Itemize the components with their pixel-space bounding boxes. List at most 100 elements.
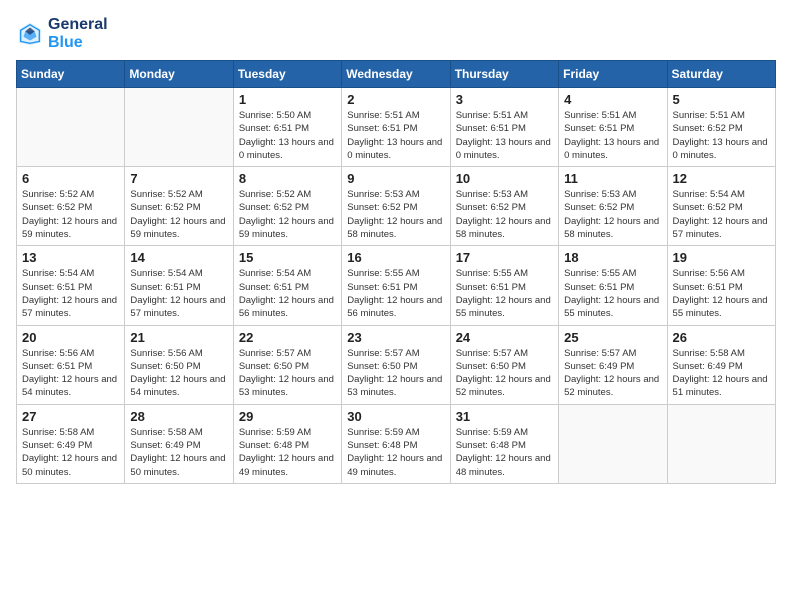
day-info: Sunrise: 5:59 AM Sunset: 6:48 PM Dayligh… <box>456 426 553 479</box>
day-number: 1 <box>239 92 336 107</box>
calendar-cell: 15 Sunrise: 5:54 AM Sunset: 6:51 PM Dayli… <box>233 246 341 325</box>
day-number: 23 <box>347 330 444 345</box>
calendar-cell: 21 Sunrise: 5:56 AM Sunset: 6:50 PM Dayli… <box>125 325 233 404</box>
day-number: 15 <box>239 250 336 265</box>
calendar-cell: 22 Sunrise: 5:57 AM Sunset: 6:50 PM Dayli… <box>233 325 341 404</box>
day-number: 26 <box>673 330 770 345</box>
calendar-cell: 16 Sunrise: 5:55 AM Sunset: 6:51 PM Dayli… <box>342 246 450 325</box>
day-number: 13 <box>22 250 119 265</box>
day-info: Sunrise: 5:56 AM Sunset: 6:50 PM Dayligh… <box>130 347 227 400</box>
day-number: 28 <box>130 409 227 424</box>
day-info: Sunrise: 5:57 AM Sunset: 6:50 PM Dayligh… <box>347 347 444 400</box>
calendar-cell: 4 Sunrise: 5:51 AM Sunset: 6:51 PM Daylig… <box>559 88 667 167</box>
column-header-friday: Friday <box>559 61 667 88</box>
day-info: Sunrise: 5:58 AM Sunset: 6:49 PM Dayligh… <box>22 426 119 479</box>
calendar-cell: 2Sunrise: 5:51 AM Sunset: 6:51 PM Daylig… <box>342 88 450 167</box>
column-header-sunday: Sunday <box>17 61 125 88</box>
day-number: 10 <box>456 171 553 186</box>
column-header-monday: Monday <box>125 61 233 88</box>
calendar-cell: 6 Sunrise: 5:52 AM Sunset: 6:52 PM Daylig… <box>17 167 125 246</box>
day-number: 7 <box>130 171 227 186</box>
day-info: Sunrise: 5:56 AM Sunset: 6:51 PM Dayligh… <box>22 347 119 400</box>
day-number: 22 <box>239 330 336 345</box>
logo-general: General <box>48 16 108 34</box>
day-info: Sunrise: 5:51 AM Sunset: 6:51 PM Dayligh… <box>456 109 553 162</box>
day-info: Sunrise: 5:53 AM Sunset: 6:52 PM Dayligh… <box>564 188 661 241</box>
day-number: 16 <box>347 250 444 265</box>
calendar-cell: 3Sunrise: 5:51 AM Sunset: 6:51 PM Daylig… <box>450 88 558 167</box>
calendar-week-row: 1 Sunrise: 5:50 AM Sunset: 6:51 PM Daylig… <box>17 88 776 167</box>
day-info: Sunrise: 5:57 AM Sunset: 6:50 PM Dayligh… <box>239 347 336 400</box>
logo: General Blue <box>16 16 108 52</box>
day-number: 30 <box>347 409 444 424</box>
day-number: 11 <box>564 171 661 186</box>
day-number: 9 <box>347 171 444 186</box>
day-info: Sunrise: 5:54 AM Sunset: 6:51 PM Dayligh… <box>22 267 119 320</box>
day-number: 2 <box>347 92 444 107</box>
calendar-cell: 17 Sunrise: 5:55 AM Sunset: 6:51 PM Dayli… <box>450 246 558 325</box>
calendar-week-row: 13 Sunrise: 5:54 AM Sunset: 6:51 PM Dayli… <box>17 246 776 325</box>
calendar-table: SundayMondayTuesdayWednesdayThursdayFrid… <box>16 60 776 484</box>
calendar-cell: 30 Sunrise: 5:59 AM Sunset: 6:48 PM Dayli… <box>342 404 450 483</box>
calendar-week-row: 6 Sunrise: 5:52 AM Sunset: 6:52 PM Daylig… <box>17 167 776 246</box>
day-info: Sunrise: 5:52 AM Sunset: 6:52 PM Dayligh… <box>239 188 336 241</box>
calendar-cell: 29 Sunrise: 5:59 AM Sunset: 6:48 PM Dayli… <box>233 404 341 483</box>
day-info: Sunrise: 5:51 AM Sunset: 6:52 PM Dayligh… <box>673 109 770 162</box>
day-number: 14 <box>130 250 227 265</box>
calendar-cell <box>667 404 775 483</box>
day-number: 5 <box>673 92 770 107</box>
calendar-cell: 5 Sunrise: 5:51 AM Sunset: 6:52 PM Daylig… <box>667 88 775 167</box>
calendar-cell: 27 Sunrise: 5:58 AM Sunset: 6:49 PM Dayli… <box>17 404 125 483</box>
calendar-cell: 23 Sunrise: 5:57 AM Sunset: 6:50 PM Dayli… <box>342 325 450 404</box>
calendar-cell: 31Sunrise: 5:59 AM Sunset: 6:48 PM Dayli… <box>450 404 558 483</box>
day-info: Sunrise: 5:52 AM Sunset: 6:52 PM Dayligh… <box>130 188 227 241</box>
calendar-cell <box>125 88 233 167</box>
logo-icon <box>16 20 44 48</box>
calendar-cell: 20Sunrise: 5:56 AM Sunset: 6:51 PM Dayli… <box>17 325 125 404</box>
day-info: Sunrise: 5:55 AM Sunset: 6:51 PM Dayligh… <box>456 267 553 320</box>
day-info: Sunrise: 5:51 AM Sunset: 6:51 PM Dayligh… <box>564 109 661 162</box>
day-info: Sunrise: 5:54 AM Sunset: 6:51 PM Dayligh… <box>239 267 336 320</box>
calendar-cell: 19Sunrise: 5:56 AM Sunset: 6:51 PM Dayli… <box>667 246 775 325</box>
day-info: Sunrise: 5:54 AM Sunset: 6:52 PM Dayligh… <box>673 188 770 241</box>
calendar-cell: 11 Sunrise: 5:53 AM Sunset: 6:52 PM Dayli… <box>559 167 667 246</box>
calendar-cell: 14Sunrise: 5:54 AM Sunset: 6:51 PM Dayli… <box>125 246 233 325</box>
calendar-cell: 9 Sunrise: 5:53 AM Sunset: 6:52 PM Daylig… <box>342 167 450 246</box>
calendar-week-row: 27 Sunrise: 5:58 AM Sunset: 6:49 PM Dayli… <box>17 404 776 483</box>
column-header-tuesday: Tuesday <box>233 61 341 88</box>
column-header-saturday: Saturday <box>667 61 775 88</box>
day-info: Sunrise: 5:53 AM Sunset: 6:52 PM Dayligh… <box>456 188 553 241</box>
day-info: Sunrise: 5:55 AM Sunset: 6:51 PM Dayligh… <box>347 267 444 320</box>
calendar-cell: 10 Sunrise: 5:53 AM Sunset: 6:52 PM Dayli… <box>450 167 558 246</box>
calendar-cell: 24Sunrise: 5:57 AM Sunset: 6:50 PM Dayli… <box>450 325 558 404</box>
day-number: 27 <box>22 409 119 424</box>
day-number: 4 <box>564 92 661 107</box>
day-info: Sunrise: 5:52 AM Sunset: 6:52 PM Dayligh… <box>22 188 119 241</box>
calendar-cell: 28 Sunrise: 5:58 AM Sunset: 6:49 PM Dayli… <box>125 404 233 483</box>
day-info: Sunrise: 5:53 AM Sunset: 6:52 PM Dayligh… <box>347 188 444 241</box>
day-number: 18 <box>564 250 661 265</box>
logo-blue: Blue <box>48 34 108 52</box>
calendar-header-row: SundayMondayTuesdayWednesdayThursdayFrid… <box>17 61 776 88</box>
page-header: General Blue <box>16 16 776 52</box>
day-number: 17 <box>456 250 553 265</box>
day-info: Sunrise: 5:58 AM Sunset: 6:49 PM Dayligh… <box>130 426 227 479</box>
day-number: 29 <box>239 409 336 424</box>
calendar-cell: 18 Sunrise: 5:55 AM Sunset: 6:51 PM Dayli… <box>559 246 667 325</box>
calendar-week-row: 20Sunrise: 5:56 AM Sunset: 6:51 PM Dayli… <box>17 325 776 404</box>
column-header-thursday: Thursday <box>450 61 558 88</box>
day-number: 21 <box>130 330 227 345</box>
calendar-cell: 1 Sunrise: 5:50 AM Sunset: 6:51 PM Daylig… <box>233 88 341 167</box>
day-number: 6 <box>22 171 119 186</box>
day-info: Sunrise: 5:55 AM Sunset: 6:51 PM Dayligh… <box>564 267 661 320</box>
calendar-cell: 26Sunrise: 5:58 AM Sunset: 6:49 PM Dayli… <box>667 325 775 404</box>
calendar-cell: 13 Sunrise: 5:54 AM Sunset: 6:51 PM Dayli… <box>17 246 125 325</box>
column-header-wednesday: Wednesday <box>342 61 450 88</box>
day-info: Sunrise: 5:50 AM Sunset: 6:51 PM Dayligh… <box>239 109 336 162</box>
calendar-cell <box>559 404 667 483</box>
day-info: Sunrise: 5:59 AM Sunset: 6:48 PM Dayligh… <box>347 426 444 479</box>
day-info: Sunrise: 5:59 AM Sunset: 6:48 PM Dayligh… <box>239 426 336 479</box>
calendar-cell: 12Sunrise: 5:54 AM Sunset: 6:52 PM Dayli… <box>667 167 775 246</box>
day-info: Sunrise: 5:57 AM Sunset: 6:50 PM Dayligh… <box>456 347 553 400</box>
day-info: Sunrise: 5:56 AM Sunset: 6:51 PM Dayligh… <box>673 267 770 320</box>
